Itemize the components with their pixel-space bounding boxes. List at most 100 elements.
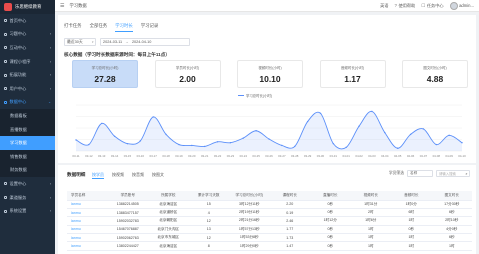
detail-subtab[interactable]: 按图文 xyxy=(152,172,164,179)
x-tick-label: 03-13 xyxy=(98,154,106,158)
table-cell: 2时 xyxy=(350,208,391,218)
table-header-cell[interactable]: 累计学习天数 xyxy=(188,191,229,201)
table-cell: 0.19 xyxy=(269,208,310,218)
filter-select[interactable]: 名称 xyxy=(407,170,433,177)
table-header-cell[interactable]: 视频时长 xyxy=(350,191,391,201)
language-switch[interactable]: 英语 xyxy=(380,3,388,9)
data-point xyxy=(268,138,270,140)
x-tick-label: 03-20 xyxy=(188,154,196,158)
table-cell[interactable]: lanmu xyxy=(67,200,108,209)
sidebar-item[interactable]: 销售数据 xyxy=(0,149,55,164)
table-row[interactable]: lanmu 13883477157 北京道桥区 4 2时19分11秒 0.19 0秒 2时 6时… xyxy=(67,208,472,218)
x-tick-label: 03-25 xyxy=(252,154,260,158)
table-cell: 2时10秒 xyxy=(431,216,472,226)
table-header-cell[interactable]: 图文时长 xyxy=(431,191,472,201)
menu-icon xyxy=(4,100,7,104)
sidebar-item[interactable]: 课程小程序 › xyxy=(0,55,55,69)
table-cell[interactable]: lanmu xyxy=(67,233,108,243)
help-link[interactable]: ? 使用帮助 xyxy=(395,3,416,9)
x-tick-label: 03-11 xyxy=(72,154,80,158)
table-cell: 1时57分13秒 xyxy=(229,225,270,235)
x-tick-label: 03-12 xyxy=(85,154,93,158)
x-tick-label: 03-14 xyxy=(111,154,119,158)
sidebar-item[interactable]: 数据看板 xyxy=(0,109,55,123)
table-cell: 15902032783 xyxy=(107,216,148,226)
table-cell[interactable]: lanmu xyxy=(67,208,108,218)
table-cell: 0秒 xyxy=(310,200,351,209)
table-row[interactable]: lanmu 15902032783 北京朝阳区 12 2时21分16秒 2.46 1时12分… xyxy=(67,216,472,226)
data-point xyxy=(422,128,425,130)
table-cell: 6秒 xyxy=(431,208,472,218)
chevron-icon: › xyxy=(49,73,51,78)
avatar xyxy=(449,1,458,10)
sidebar-item-label: 数据中心 xyxy=(9,99,27,105)
menu-icon xyxy=(4,73,7,77)
data-point xyxy=(345,146,347,149)
detail-subtab[interactable]: 按视频 xyxy=(112,172,124,179)
data-point xyxy=(435,143,437,146)
table-header-cell[interactable]: 课程时长 xyxy=(269,191,310,201)
table-row[interactable]: lanmu 15902062763 北京市东城区 12 1时53分8秒 1.73 0秒 1时 1… xyxy=(67,233,472,243)
brand[interactable]: 乐思继续教育 xyxy=(0,0,55,14)
table-cell: 15902062763 xyxy=(107,233,148,243)
detail-subtab[interactable]: 按学员 xyxy=(92,172,104,179)
task-center-link[interactable]: ☐ 任务中心 xyxy=(421,3,443,9)
detail-subtabs: 按学员 按视频 按音频 按图文 xyxy=(92,172,164,179)
data-point xyxy=(409,133,412,136)
sidebar-item[interactable]: 系统设置 › xyxy=(0,204,55,218)
sidebar-item[interactable]: 财务数据 xyxy=(0,163,55,178)
table-row[interactable]: lanmu 13882214505 北京海淀区 15 3时12分11秒 2.20 0秒 1时3… xyxy=(67,200,472,209)
search-input[interactable]: 请输入搜索 ⌕ xyxy=(436,170,470,177)
data-point xyxy=(216,141,219,143)
data-point xyxy=(126,142,129,145)
sidebar-item[interactable]: 设置中心 › xyxy=(0,177,55,191)
table-header-cell[interactable]: 学员名称 xyxy=(67,191,108,201)
overview-card: 打卡任务 全部任务 学习时长 学习记录 最近30天 ▾ 2024-03-11 → 20… xyxy=(58,15,476,163)
table-header-cell[interactable]: 所属学校 xyxy=(148,191,189,201)
user-menu[interactable]: admin... xyxy=(449,1,474,10)
chevron-icon: › xyxy=(49,181,51,186)
x-tick-label: 04-01 xyxy=(342,154,350,158)
table-header-cell[interactable]: 学员账号 xyxy=(107,191,148,201)
x-tick-label: 04-07 xyxy=(420,154,428,158)
sidebar-item[interactable]: 首页中心 xyxy=(0,14,55,28)
menu-icon xyxy=(4,32,7,36)
sidebar-item-label: 设置中心 xyxy=(9,180,27,186)
detail-filter: 学员筛选 名称 请输入搜索 ⌕ xyxy=(389,170,470,177)
detail-table: 学员名称 学员账号 所属学校 累计学习天数 学习总时长(小时) 课程时长 直播时长 视频时长音… xyxy=(67,191,472,251)
x-tick-label: 04-04 xyxy=(381,154,389,158)
sidebar-item[interactable]: 渠道服务 › xyxy=(0,191,55,205)
table-header-cell[interactable]: 音频时长 xyxy=(391,191,432,201)
task-label: 任务中心 xyxy=(426,2,444,8)
x-tick-label: 03-24 xyxy=(240,154,248,158)
help-label: 使用帮助 xyxy=(398,2,416,8)
sidebar-item[interactable]: 直播数据 xyxy=(0,122,55,137)
table-row[interactable]: lanmu 15467076887 北京门头沟区 13 1时57分13秒 1.77 0秒 1时… xyxy=(67,225,472,235)
table-row[interactable]: lanmu 13802244427 北京海淀区 8 1时29分0秒 1.47 0秒 1时 1时 1… xyxy=(67,241,472,251)
table-cell: 6时 xyxy=(391,208,432,218)
table-cell: 0秒 xyxy=(391,225,432,235)
x-tick-label: 04-03 xyxy=(368,154,376,158)
data-point xyxy=(165,133,167,136)
sidebar-item[interactable]: 数据中心 ⌄ xyxy=(0,96,55,110)
sidebar-item[interactable]: 学习数据 xyxy=(0,136,55,150)
table-cell[interactable]: lanmu xyxy=(67,216,108,226)
table-cell[interactable]: lanmu xyxy=(67,241,108,251)
table-cell: 15467076887 xyxy=(107,225,148,235)
table-cell: 1时29分0秒 xyxy=(229,241,270,251)
sidebar-item[interactable]: 习题中心 › xyxy=(0,28,55,42)
sidebar-item-label: 学习数据 xyxy=(10,140,27,146)
menu-icon xyxy=(4,19,7,23)
menu-toggle-icon[interactable]: ☰ xyxy=(60,3,64,9)
table-cell[interactable]: lanmu xyxy=(67,225,108,235)
sidebar: 乐思继续教育 首页中心 习题中心 › 互动中心 › 课程小程序 › 拓展功能 › 用户中心 › 数据中… xyxy=(0,0,55,254)
sidebar-item-label: 课程小程序 xyxy=(9,58,31,64)
table-header-cell[interactable]: 直播时长 xyxy=(310,191,351,201)
sidebar-item[interactable]: 互动中心 › xyxy=(0,41,55,55)
sidebar-item[interactable]: 用户中心 › xyxy=(0,82,55,96)
table-cell: 4 xyxy=(188,208,229,218)
detail-subtab[interactable]: 按音频 xyxy=(132,172,144,179)
table-header-cell[interactable]: 学习总时长(小时) xyxy=(229,191,270,201)
data-point xyxy=(75,139,77,141)
sidebar-item[interactable]: 拓展功能 › xyxy=(0,68,55,82)
